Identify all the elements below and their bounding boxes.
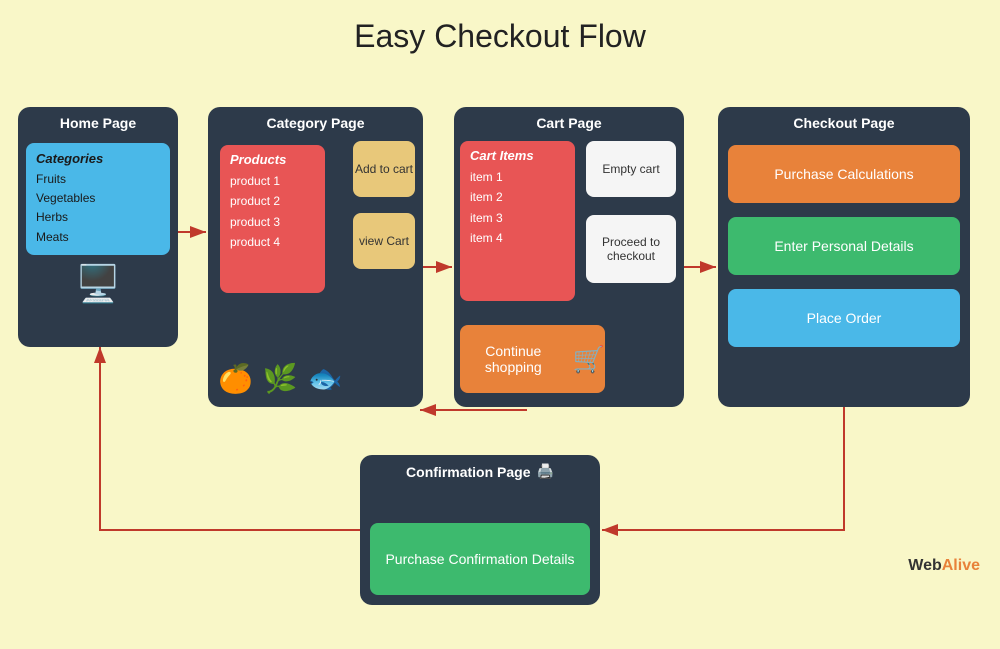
cart-page-card: Cart Page Cart Items item 1 item 2 item … [454,107,684,407]
home-card-title: Home Page [18,107,178,137]
home-categories-title: Categories [36,151,160,166]
confirmation-page-card: Confirmation Page 🖨️ Purchase Confirmati… [360,455,600,605]
purchase-calculations-button[interactable]: Purchase Calculations [728,145,960,203]
printer-icon: 🖨️ [537,463,554,480]
page-title: Easy Checkout Flow [0,0,1000,67]
product-3: product 3 [230,212,315,232]
product-4: product 4 [230,232,315,252]
enter-personal-details-button[interactable]: Enter Personal Details [728,217,960,275]
category-card-title: Category Page [208,107,423,137]
cart-card-title: Cart Page [454,107,684,137]
fruit-emoji: 🍊 [218,362,253,395]
confirmation-title-text: Confirmation Page [406,464,530,480]
cart-icon: 🛒 [573,344,605,375]
products-title: Products [230,152,315,167]
home-cat-vegetables: Vegetables [36,189,160,208]
purchase-confirmation-details-button[interactable]: Purchase Confirmation Details [370,523,590,595]
category-page-card: Category Page Products product 1 product… [208,107,423,407]
empty-cart-button[interactable]: Empty cart [586,141,676,197]
webalive-web: Web [908,557,941,574]
view-cart-button[interactable]: view Cart [353,213,415,269]
products-box: Products product 1 product 2 product 3 p… [220,145,325,293]
webalive-logo: WebAlive [908,557,980,575]
cart-item-2: item 2 [470,187,565,207]
product-1: product 1 [230,171,315,191]
fish-emoji: 🐟 [308,362,343,395]
checkout-card-title: Checkout Page [718,107,970,137]
checkout-page-card: Checkout Page Purchase Calculations Ente… [718,107,970,407]
home-categories-box: Categories Fruits Vegetables Herbs Meats [26,143,170,255]
place-order-button[interactable]: Place Order [728,289,960,347]
continue-shopping-label: Continue shopping [460,343,567,375]
cart-items-title: Cart Items [470,148,565,163]
home-cat-meats: Meats [36,228,160,247]
product-2: product 2 [230,191,315,211]
cart-item-4: item 4 [470,228,565,248]
cart-item-3: item 3 [470,208,565,228]
add-to-cart-button[interactable]: Add to cart [353,141,415,197]
confirmation-card-title: Confirmation Page 🖨️ [360,455,600,486]
proceed-to-checkout-button[interactable]: Proceed to checkout [586,215,676,283]
webalive-alive: Alive [942,557,980,574]
home-cat-herbs: Herbs [36,208,160,227]
home-cat-fruits: Fruits [36,170,160,189]
diagram-area: Home Page Categories Fruits Vegetables H… [0,67,1000,587]
emoji-row: 🍊 🌿 🐟 [218,362,343,395]
herb-emoji: 🌿 [263,362,298,395]
cart-item-1: item 1 [470,167,565,187]
cart-items-box: Cart Items item 1 item 2 item 3 item 4 [460,141,575,301]
continue-shopping-button[interactable]: Continue shopping 🛒 [460,325,605,393]
home-page-card: Home Page Categories Fruits Vegetables H… [18,107,178,347]
monitor-icon: 🖥️ [18,263,178,305]
